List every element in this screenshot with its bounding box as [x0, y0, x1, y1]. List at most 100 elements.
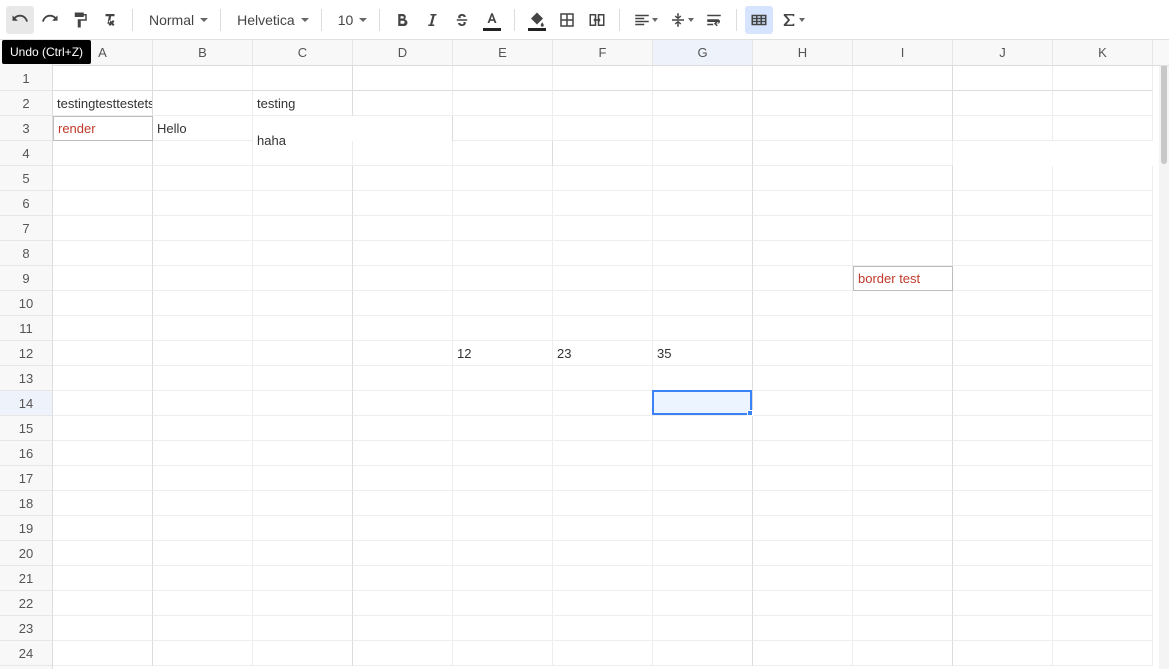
cell[interactable]: [53, 416, 153, 441]
cell[interactable]: [53, 341, 153, 366]
cell[interactable]: [753, 216, 853, 241]
cell[interactable]: [953, 191, 1053, 216]
borders-button[interactable]: [553, 6, 581, 34]
column-header[interactable]: D: [353, 40, 453, 65]
row-header[interactable]: 12: [0, 341, 52, 366]
row-header[interactable]: 23: [0, 616, 52, 641]
cell[interactable]: [753, 166, 853, 191]
cell[interactable]: [853, 116, 953, 141]
cell[interactable]: [753, 541, 853, 566]
cell[interactable]: [153, 641, 253, 666]
cell[interactable]: [953, 91, 1053, 116]
cell[interactable]: [453, 541, 553, 566]
column-header[interactable]: K: [1053, 40, 1153, 65]
cell[interactable]: [853, 316, 953, 341]
cell[interactable]: [453, 216, 553, 241]
cell[interactable]: [553, 516, 653, 541]
cell[interactable]: [53, 391, 153, 416]
row-header[interactable]: 3: [0, 116, 52, 141]
cell[interactable]: [1053, 491, 1153, 516]
cell[interactable]: [853, 241, 953, 266]
cell[interactable]: [453, 641, 553, 666]
cell[interactable]: [1053, 91, 1153, 116]
cell[interactable]: [553, 366, 653, 391]
cell[interactable]: [953, 541, 1053, 566]
cell[interactable]: [1053, 116, 1153, 141]
vertical-align-button[interactable]: [664, 6, 698, 34]
cell[interactable]: [253, 416, 353, 441]
cell[interactable]: [453, 391, 553, 416]
cell[interactable]: [953, 641, 1053, 666]
cell[interactable]: [153, 566, 253, 591]
cell[interactable]: [253, 141, 353, 166]
cell[interactable]: [153, 441, 253, 466]
cell[interactable]: [1053, 291, 1153, 316]
cell[interactable]: [753, 141, 853, 166]
column-header[interactable]: C: [253, 40, 353, 65]
cell[interactable]: [853, 491, 953, 516]
cell[interactable]: [853, 366, 953, 391]
cell[interactable]: [453, 566, 553, 591]
merge-cells-button[interactable]: [583, 6, 611, 34]
cell[interactable]: [153, 66, 253, 91]
cell[interactable]: [953, 316, 1053, 341]
cell[interactable]: [153, 216, 253, 241]
bold-button[interactable]: [388, 6, 416, 34]
cell[interactable]: [353, 541, 453, 566]
row-header[interactable]: 20: [0, 541, 52, 566]
cell[interactable]: [953, 116, 1053, 141]
cell[interactable]: [653, 416, 753, 441]
row-header[interactable]: 2: [0, 91, 52, 116]
cell[interactable]: [753, 291, 853, 316]
cell[interactable]: [153, 166, 253, 191]
cell[interactable]: [453, 166, 553, 191]
cell[interactable]: [753, 441, 853, 466]
cell[interactable]: [653, 541, 753, 566]
cell[interactable]: [853, 591, 953, 616]
cell[interactable]: [553, 466, 653, 491]
cell[interactable]: [753, 591, 853, 616]
cell[interactable]: [1053, 341, 1153, 366]
cell[interactable]: [253, 516, 353, 541]
cell[interactable]: [1053, 266, 1153, 291]
cell[interactable]: [753, 616, 853, 641]
cell[interactable]: [53, 366, 153, 391]
cell[interactable]: [653, 491, 753, 516]
cell[interactable]: [453, 141, 553, 166]
cell[interactable]: [653, 241, 753, 266]
cell[interactable]: [353, 616, 453, 641]
cell[interactable]: [753, 566, 853, 591]
cell[interactable]: [153, 316, 253, 341]
cell[interactable]: [253, 641, 353, 666]
cell[interactable]: [953, 591, 1053, 616]
paint-format-button[interactable]: [66, 6, 94, 34]
cell[interactable]: [953, 491, 1053, 516]
column-header[interactable]: B: [153, 40, 253, 65]
cell[interactable]: [153, 541, 253, 566]
cell[interactable]: [653, 116, 753, 141]
cell[interactable]: [253, 316, 353, 341]
cell[interactable]: [553, 416, 653, 441]
font-size-dropdown[interactable]: 10: [330, 6, 372, 34]
redo-button[interactable]: [36, 6, 64, 34]
cell[interactable]: [353, 391, 453, 416]
cell[interactable]: [353, 516, 453, 541]
row-header[interactable]: 10: [0, 291, 52, 316]
cell[interactable]: render: [53, 116, 153, 141]
column-header[interactable]: F: [553, 40, 653, 65]
cell[interactable]: [1053, 516, 1153, 541]
cell[interactable]: [253, 191, 353, 216]
strikethrough-button[interactable]: [448, 6, 476, 34]
italic-button[interactable]: [418, 6, 446, 34]
cell[interactable]: 12: [453, 341, 553, 366]
cell[interactable]: [653, 66, 753, 91]
cell[interactable]: [253, 541, 353, 566]
column-header[interactable]: E: [453, 40, 553, 65]
cell[interactable]: [653, 591, 753, 616]
cell[interactable]: [653, 466, 753, 491]
cell[interactable]: [453, 241, 553, 266]
cell[interactable]: [253, 341, 353, 366]
cell[interactable]: [453, 616, 553, 641]
cell[interactable]: [653, 191, 753, 216]
row-header[interactable]: 11: [0, 316, 52, 341]
